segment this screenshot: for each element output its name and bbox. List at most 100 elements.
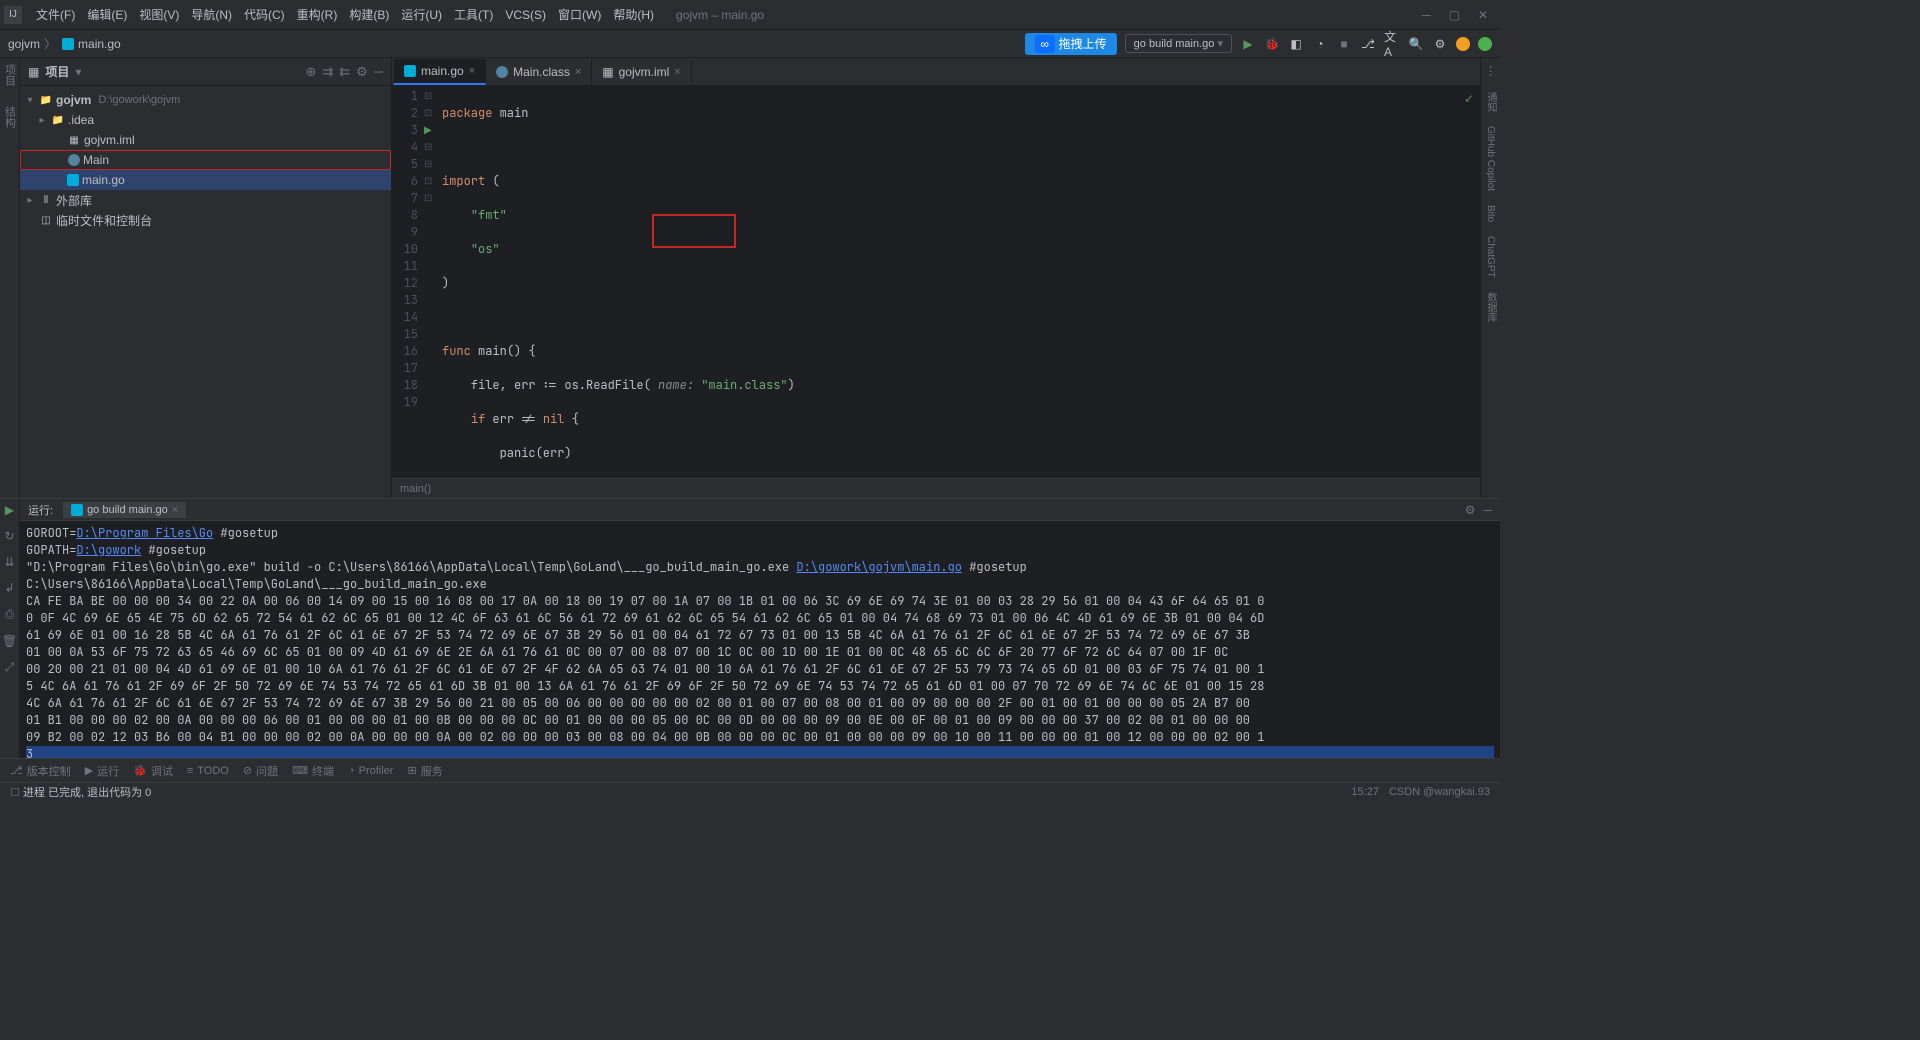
navigation-bar: gojvm 〉 main.go ∞ 拖拽上传 go build main.go … xyxy=(0,30,1500,58)
translate-icon[interactable]: 文A xyxy=(1384,36,1400,52)
app-logo: IJ xyxy=(4,6,22,24)
coverage-icon[interactable]: ◧ xyxy=(1288,36,1304,52)
tree-main-class[interactable]: Main xyxy=(20,150,391,170)
settings-icon[interactable]: ⚙ xyxy=(1432,36,1448,52)
tree-main-go[interactable]: main.go xyxy=(20,170,391,190)
stop-icon[interactable]: ■ xyxy=(1336,36,1352,52)
run-header: 运行: go build main.go × ⚙ ─ xyxy=(20,499,1500,521)
run-panel: ▶ ↻ ⇊ ↲ ⎙ 🗑 ⤢ 运行: go build main.go × ⚙ ─… xyxy=(0,498,1500,758)
iml-icon: ▦ xyxy=(602,65,613,79)
tool-database[interactable]: 数据库 xyxy=(1483,292,1498,322)
menu-run[interactable]: 运行(U) xyxy=(395,2,448,27)
tree-idea[interactable]: ▸📁.idea xyxy=(20,110,391,130)
close-tab-icon[interactable]: × xyxy=(575,66,581,78)
close-tab-icon[interactable]: × xyxy=(469,65,475,77)
menu-vcs[interactable]: VCS(S) xyxy=(499,4,552,26)
status-time: 15:27 xyxy=(1351,786,1379,798)
tool-vcs[interactable]: ⎇ 版本控制 xyxy=(10,763,71,779)
collapse-icon[interactable]: ⇇ xyxy=(339,64,350,80)
stop-icon[interactable]: ↻ xyxy=(4,529,14,543)
tool-debug[interactable]: 🐞 调试 xyxy=(133,763,173,779)
tool-problems[interactable]: ⊘ 问题 xyxy=(243,763,278,779)
line-gutter: 123 456 789 101112 131415 161718 19 xyxy=(392,86,424,478)
code-content[interactable]: package main import ( "fmt" "os" ) func … xyxy=(438,86,1480,478)
expand-icon[interactable]: ⤢ xyxy=(5,660,15,675)
run-label: 运行: xyxy=(28,502,53,518)
tool-run[interactable]: ▶ 运行 xyxy=(85,763,119,779)
status-run-message: ☐ 进程 已完成, 退出代码为 0 xyxy=(10,784,151,800)
tree-scratches[interactable]: ◫临时文件和控制台 xyxy=(20,210,391,230)
project-panel: ▦ 项目 ▾ ⊕ ⇉ ⇇ ⚙ ─ ▾📁 gojvm D:\gowork\gojv… xyxy=(20,58,392,498)
tool-todo[interactable]: ≡ TODO xyxy=(187,765,229,777)
avatar-icon[interactable] xyxy=(1456,37,1470,51)
project-header: ▦ 项目 ▾ ⊕ ⇉ ⇇ ⚙ ─ xyxy=(20,58,391,86)
avatar2-icon[interactable] xyxy=(1478,37,1492,51)
editor-breadcrumb[interactable]: main() xyxy=(392,478,1480,498)
branch-icon[interactable]: ⎇ xyxy=(1360,36,1376,52)
run-output[interactable]: GOROOT=D:\Program Files\Go #gosetup GOPA… xyxy=(20,521,1500,758)
menubar: IJ 文件(F) 编辑(E) 视图(V) 导航(N) 代码(C) 重构(R) 构… xyxy=(0,0,1500,30)
right-sidebar: ⋮ 通知 GitHub Copilot Bito ChatGPT 数据库 xyxy=(1480,58,1500,498)
left-sidebar: 项目 结构 xyxy=(0,58,20,498)
watermark: CSDN @wangkai.93 xyxy=(1389,786,1490,798)
tool-notify[interactable]: 通知 xyxy=(1483,92,1498,112)
run-tab[interactable]: go build main.go × xyxy=(63,502,186,518)
maximize-icon[interactable]: ▢ xyxy=(1449,8,1460,22)
menu-navigate[interactable]: 导航(N) xyxy=(185,2,238,27)
menu-view[interactable]: 视图(V) xyxy=(133,2,185,27)
search-icon[interactable]: 🔍 xyxy=(1408,36,1424,52)
tool-services[interactable]: ⊞ 服务 xyxy=(407,763,442,779)
more-icon[interactable]: ⋮ xyxy=(1485,64,1497,78)
menu-window[interactable]: 窗口(W) xyxy=(552,2,607,27)
menu-edit[interactable]: 编辑(E) xyxy=(81,2,133,27)
soft-wrap-icon[interactable]: ↲ xyxy=(4,581,14,595)
tree-iml[interactable]: ▦gojvm.iml xyxy=(20,130,391,150)
menu-tools[interactable]: 工具(T) xyxy=(448,2,499,27)
target-icon[interactable]: ⊕ xyxy=(305,64,316,80)
tool-bito[interactable]: Bito xyxy=(1485,205,1496,222)
tool-structure[interactable]: 结构 xyxy=(2,106,18,128)
run-toolbar: ▶ ↻ ⇊ ↲ ⎙ 🗑 ⤢ xyxy=(0,499,20,758)
menu-build[interactable]: 构建(B) xyxy=(343,2,395,27)
rerun-icon[interactable]: ▶ xyxy=(5,503,14,517)
status-bar: ☐ 进程 已完成, 退出代码为 0 15:27 CSDN @wangkai.93 xyxy=(0,782,1500,800)
run-settings-icon[interactable]: ⚙ xyxy=(1465,503,1476,517)
cloud-icon: ∞ xyxy=(1035,35,1055,53)
tool-copilot[interactable]: GitHub Copilot xyxy=(1485,126,1496,191)
tree-external-libs[interactable]: ▸⫴外部库 xyxy=(20,190,391,210)
menu-help[interactable]: 帮助(H) xyxy=(607,2,660,27)
tab-main-class[interactable]: Main.class× xyxy=(486,59,592,85)
tool-chatgpt[interactable]: ChatGPT xyxy=(1485,236,1496,278)
trash-icon[interactable]: 🗑 xyxy=(2,634,17,648)
fold-gutter[interactable]: ⊟⊡ ▶⊟⊟⊡⊡ xyxy=(424,86,438,478)
close-icon[interactable]: ✕ xyxy=(1478,8,1488,22)
close-tab-icon[interactable]: × xyxy=(674,66,680,78)
tool-terminal[interactable]: ⌨ 终端 xyxy=(292,763,334,779)
run-config-selector[interactable]: go build main.go ▾ xyxy=(1125,34,1232,53)
debug-icon[interactable]: 🐞 xyxy=(1264,36,1280,52)
print-icon[interactable]: ⎙ xyxy=(5,607,15,622)
go-icon xyxy=(71,504,83,516)
menu-code[interactable]: 代码(C) xyxy=(238,2,291,27)
tab-main-go[interactable]: main.go× xyxy=(394,59,486,85)
expand-icon[interactable]: ⇉ xyxy=(322,64,333,80)
menu-file[interactable]: 文件(F) xyxy=(30,2,81,27)
tool-profiler[interactable]: ◔ Profiler xyxy=(348,765,394,777)
hide-icon[interactable]: ─ xyxy=(374,64,383,79)
tool-project[interactable]: 项目 xyxy=(2,64,18,86)
run-hide-icon[interactable]: ─ xyxy=(1483,503,1492,517)
breadcrumb-project[interactable]: gojvm 〉 xyxy=(8,35,56,52)
tab-gojvm-iml[interactable]: ▦ gojvm.iml× xyxy=(592,59,691,85)
go-icon xyxy=(404,65,416,77)
upload-button[interactable]: ∞ 拖拽上传 xyxy=(1025,33,1117,55)
menu-refactor[interactable]: 重构(R) xyxy=(291,2,344,27)
tree-root[interactable]: ▾📁 gojvm D:\gowork\gojvm xyxy=(20,90,391,110)
down-icon[interactable]: ⇊ xyxy=(4,555,14,569)
run-icon[interactable]: ▶ xyxy=(1240,36,1256,52)
editor-body[interactable]: ✓ 123 456 789 101112 131415 161718 19 ⊟⊡… xyxy=(392,86,1480,478)
gear-icon[interactable]: ⚙ xyxy=(356,64,368,80)
minimize-icon[interactable]: ─ xyxy=(1422,8,1431,22)
go-icon xyxy=(62,38,74,50)
breadcrumb-file[interactable]: main.go xyxy=(62,37,121,51)
profile-icon[interactable]: ◔ xyxy=(1312,36,1328,52)
